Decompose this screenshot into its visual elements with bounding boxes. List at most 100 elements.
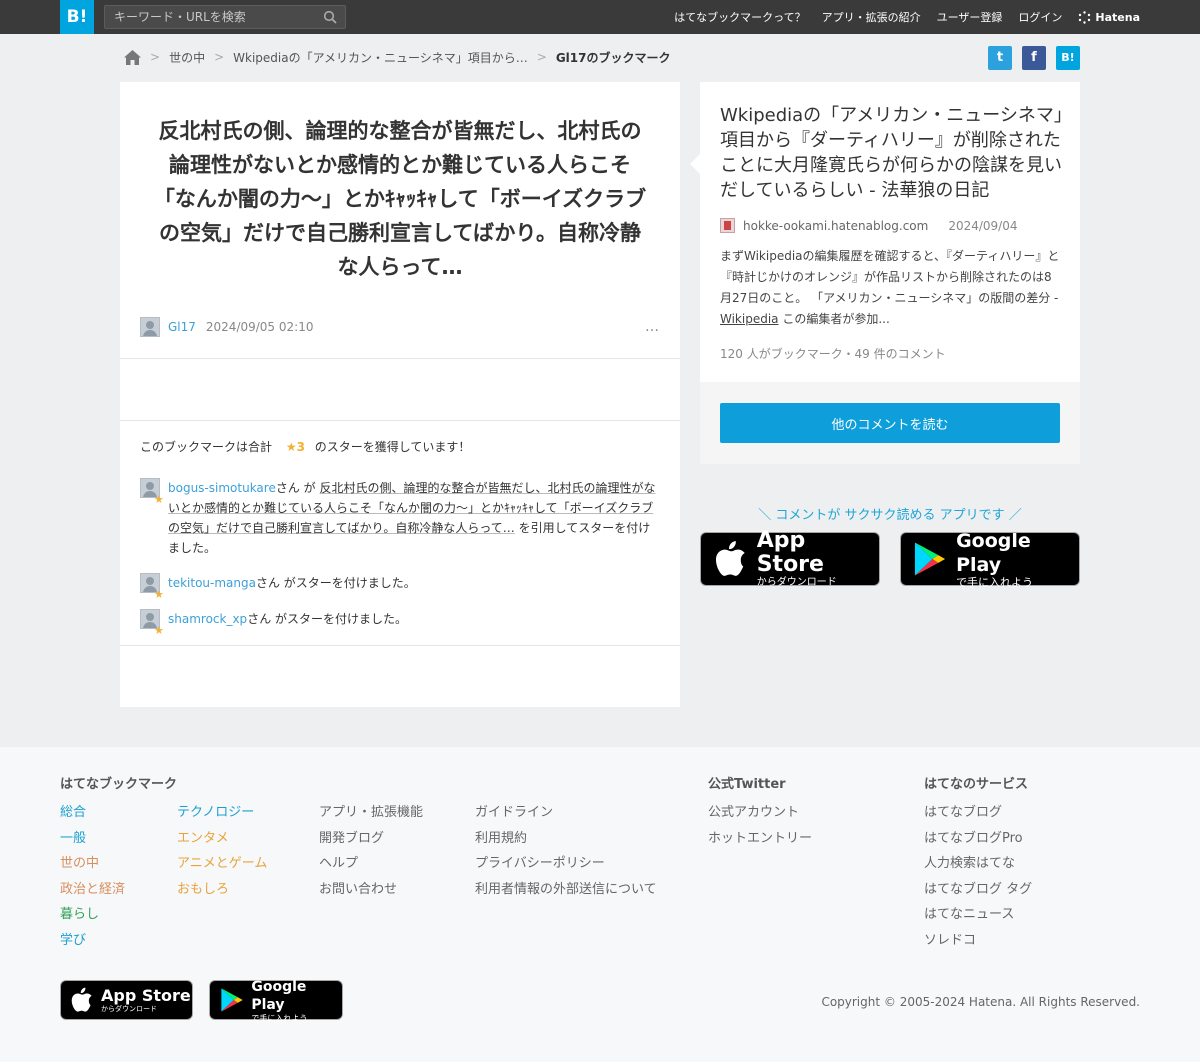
stars-summary-suffix: のスターを獲得しています！ bbox=[314, 440, 471, 454]
footer-link-general[interactable]: 一般 bbox=[60, 826, 125, 852]
app-promo-text: ＼ コメントが サクサク読める アプリです ／ bbox=[758, 508, 1022, 523]
footer-heading-services: はてなのサービス bbox=[924, 777, 1029, 792]
star-username[interactable]: tekitou-manga bbox=[168, 576, 256, 590]
nav-apps[interactable]: アプリ・拡張の紹介 bbox=[822, 9, 921, 25]
hatena-logo[interactable]: Hatena bbox=[1078, 11, 1140, 24]
footer-link-q[interactable]: 人力検索はてな bbox=[924, 851, 1032, 877]
star-item: ★ tekitou-mangaさん がスターを付けました。 bbox=[140, 573, 660, 601]
footer-link-guideline[interactable]: ガイドライン bbox=[475, 800, 657, 826]
footer-app-store-badge[interactable]: App Store からダウンロード bbox=[60, 980, 193, 1020]
footer-link-it[interactable]: テクノロジー bbox=[177, 800, 267, 826]
google-play-sublabel: で手に入れよう bbox=[956, 576, 1034, 589]
footer-link-social[interactable]: 世の中 bbox=[60, 851, 125, 877]
footer-link-life[interactable]: 暮らし bbox=[60, 902, 125, 928]
footer-link-twitter-official[interactable]: 公式アカウント bbox=[708, 800, 812, 826]
chevron-right-icon: > bbox=[214, 50, 225, 64]
footer-link-entertainment[interactable]: エンタメ bbox=[177, 826, 267, 852]
bookmark-comment: 反北村氏の側、論理的な整合が皆無だし、北村氏の論理性がないとか感情的とか難じてい… bbox=[153, 119, 647, 279]
footer-link-blogtag[interactable]: はてなブログ タグ bbox=[924, 877, 1032, 903]
site-favicon-icon bbox=[720, 218, 735, 233]
star-avatar[interactable]: ★ bbox=[140, 573, 164, 601]
footer-link-news[interactable]: はてなニュース bbox=[924, 902, 1032, 928]
footer-app-store-label: App Store bbox=[101, 985, 191, 1005]
stars-summary-prefix: このブックマークは合計 bbox=[140, 440, 273, 454]
twitter-share-button[interactable]: t bbox=[988, 46, 1012, 70]
bookmark-username[interactable]: Gl17 bbox=[168, 320, 196, 334]
footer-link-economics[interactable]: 政治と経済 bbox=[60, 877, 125, 903]
footer-services: はてなブログ はてなブログPro 人力検索はてな はてなブログ タグ はてなニュ… bbox=[924, 800, 1032, 954]
nav-login[interactable]: ログイン bbox=[1018, 9, 1062, 25]
footer-link-game[interactable]: アニメとゲーム bbox=[177, 851, 267, 877]
footer-link-external[interactable]: 利用者情報の外部送信について bbox=[475, 877, 657, 903]
footer-google-play-sublabel: で手に入れよう bbox=[251, 1013, 308, 1023]
divider bbox=[120, 358, 680, 359]
footer-link-apps[interactable]: アプリ・拡張機能 bbox=[319, 800, 423, 826]
footer-link-fun[interactable]: おもしろ bbox=[177, 877, 267, 903]
home-icon[interactable] bbox=[124, 49, 141, 65]
star-username[interactable]: shamrock_xp bbox=[168, 612, 247, 626]
footer-link-all[interactable]: 総合 bbox=[60, 800, 125, 826]
star-item: ★ shamrock_xpさん がスターを付けました。 bbox=[140, 609, 660, 637]
entry-bookmark-count[interactable]: 120 人がブックマーク・49 件のコメント bbox=[720, 345, 946, 362]
search-icon[interactable] bbox=[323, 10, 337, 24]
breadcrumb-current: Gl17のブックマーク bbox=[555, 50, 671, 65]
apple-icon bbox=[71, 987, 92, 1012]
footer-link-terms[interactable]: 利用規約 bbox=[475, 826, 657, 852]
hatena-share-button[interactable]: B! bbox=[1056, 46, 1080, 70]
footer-categories-1: 総合 一般 世の中 政治と経済 暮らし 学び bbox=[60, 800, 125, 954]
footer-link-soredoko[interactable]: ソレドコ bbox=[924, 928, 1032, 954]
footer-heading-twitter: 公式Twitter bbox=[708, 777, 786, 792]
app-store-badge[interactable]: App Store からダウンロード bbox=[700, 529, 880, 588]
breadcrumb-category[interactable]: 世の中 bbox=[169, 49, 205, 66]
footer-heading-bookmark: はてなブックマーク bbox=[60, 777, 178, 792]
footer-categories-2: テクノロジー エンタメ アニメとゲーム おもしろ bbox=[177, 800, 267, 902]
google-play-label: Google Play bbox=[956, 530, 1031, 576]
star-post: さん がスターを付けました。 bbox=[247, 612, 408, 626]
star-pre: さん が bbox=[275, 481, 320, 495]
footer-twitter-links: 公式アカウント ホットエントリー bbox=[708, 800, 812, 851]
footer-link-devblog[interactable]: 開発ブログ bbox=[319, 826, 423, 852]
star-post: さん がスターを付けました。 bbox=[255, 576, 416, 590]
footer-link-privacy[interactable]: プライバシーポリシー bbox=[475, 851, 657, 877]
footer-app-store-sublabel: からダウンロード bbox=[101, 1004, 157, 1013]
entry-actions: 他のコメントを読む bbox=[700, 382, 1080, 464]
breadcrumb-entry[interactable]: Wkipediaの「アメリカン・ニューシネマ」項目から… bbox=[233, 49, 528, 66]
footer-link-twitter-hotentry[interactable]: ホットエントリー bbox=[708, 826, 812, 852]
entry-title[interactable]: Wkipediaの「アメリカン・ニューシネマ」項目から『ダーティハリー』が削除さ… bbox=[720, 103, 1065, 203]
search-box bbox=[104, 5, 346, 29]
footer-link-blogpro[interactable]: はてなブログPro bbox=[924, 826, 1032, 852]
entry-date: 2024/09/04 bbox=[948, 218, 1018, 233]
footer-link-help[interactable]: ヘルプ bbox=[319, 851, 423, 877]
nav-register[interactable]: ユーザー登録 bbox=[937, 9, 1003, 25]
google-play-badge[interactable]: Google Play で手に入れよう bbox=[900, 530, 1080, 589]
star-icon: ★ bbox=[154, 588, 164, 601]
entry-domain[interactable]: hokke-ookami.hatenablog.com bbox=[743, 219, 928, 233]
top-nav: はてなブックマークって？ アプリ・拡張の紹介 ユーザー登録 ログイン Haten… bbox=[658, 0, 1140, 34]
star-avatar[interactable]: ★ bbox=[140, 478, 164, 506]
breadcrumb: > 世の中 > Wkipediaの「アメリカン・ニューシネマ」項目から… > G… bbox=[124, 46, 671, 68]
star-avatar[interactable]: ★ bbox=[140, 609, 164, 637]
read-comments-button[interactable]: 他のコメントを読む bbox=[720, 403, 1060, 443]
entry-meta: hokke-ookami.hatenablog.com 2024/09/04 bbox=[720, 218, 1018, 233]
star-username[interactable]: bogus-simotukare bbox=[168, 481, 276, 495]
app-store-sublabel: からダウンロード bbox=[756, 577, 837, 588]
footer-links-app: アプリ・拡張機能 開発ブログ ヘルプ お問い合わせ bbox=[319, 800, 423, 902]
bookmark-card: 反北村氏の側、論理的な整合が皆無だし、北村氏の論理性がないとか感情的とか難じてい… bbox=[120, 82, 680, 707]
entry-summary-link[interactable]: Wikipedia bbox=[720, 312, 779, 326]
search-input[interactable] bbox=[105, 6, 315, 28]
avatar[interactable] bbox=[140, 317, 160, 337]
stars-summary: このブックマークは合計 ★3 のスターを獲得しています！ bbox=[140, 438, 470, 455]
star-icon: ★ bbox=[154, 624, 164, 637]
entry-summary-tail: この編集者が参加... bbox=[778, 312, 890, 326]
facebook-share-button[interactable]: f bbox=[1022, 46, 1046, 70]
more-options-icon[interactable]: … bbox=[645, 319, 660, 335]
footer-link-contact[interactable]: お問い合わせ bbox=[319, 877, 423, 903]
star-item: ★ bogus-simotukareさん が 反北村氏の側、論理的な整合が皆無だ… bbox=[140, 478, 660, 558]
star-count: ★3 bbox=[285, 440, 305, 454]
nav-about[interactable]: はてなブックマークって？ bbox=[674, 9, 805, 25]
footer-link-blog[interactable]: はてなブログ bbox=[924, 800, 1032, 826]
footer-link-knowledge[interactable]: 学び bbox=[60, 928, 125, 954]
footer-google-play-badge[interactable]: Google Play で手に入れよう bbox=[209, 979, 343, 1023]
hatena-bookmark-logo[interactable]: B! bbox=[60, 0, 94, 34]
footer: はてなブックマーク 総合 一般 世の中 政治と経済 暮らし 学び テクノロジー … bbox=[0, 747, 1200, 1062]
